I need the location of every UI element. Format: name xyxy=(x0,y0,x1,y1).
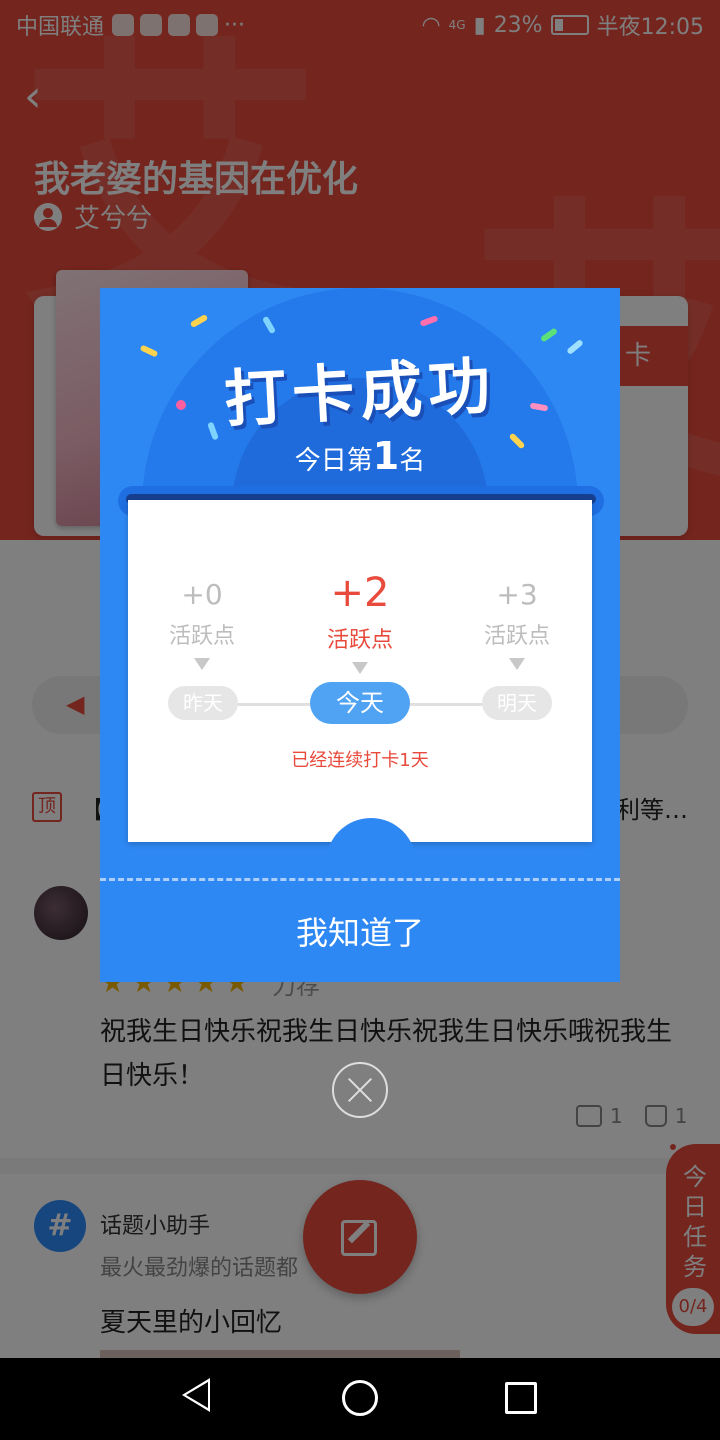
day-pill-yesterday: 昨天 xyxy=(168,686,238,720)
dashed-divider xyxy=(100,878,620,881)
system-nav-bar xyxy=(0,1358,720,1440)
nav-back-icon[interactable] xyxy=(182,1378,210,1412)
day-pill-tomorrow: 明天 xyxy=(482,686,552,720)
day-yesterday: +0 活跃点 xyxy=(142,578,262,670)
activity-points-value: +0 xyxy=(181,578,223,611)
rank-prefix: 今日第 xyxy=(294,446,373,476)
nav-recents-icon[interactable] xyxy=(505,1382,537,1414)
activity-points-label: 活跃点 xyxy=(483,624,550,649)
activity-points-label: 活跃点 xyxy=(168,624,235,649)
rank-suffix: 名 xyxy=(399,446,426,476)
day-pill-today: 今天 xyxy=(310,682,410,724)
streak-text: 已经连续打卡1天 xyxy=(291,750,429,771)
ticket-notch xyxy=(326,818,416,908)
activity-points-label: 活跃点 xyxy=(326,628,393,653)
arrow-down-icon xyxy=(509,658,525,670)
arrow-down-icon xyxy=(352,662,368,674)
day-today: +2 活跃点 xyxy=(300,570,420,674)
confetti xyxy=(189,313,209,329)
confirm-button[interactable]: 我知道了 xyxy=(100,898,620,968)
day-tomorrow: +3 活跃点 xyxy=(457,578,577,670)
checkin-rank: 今日第1名 xyxy=(100,434,620,478)
close-dialog-button[interactable] xyxy=(332,1062,388,1118)
activity-points-value: +2 xyxy=(330,570,390,616)
activity-points-value: +3 xyxy=(496,578,538,611)
arrow-down-icon xyxy=(194,658,210,670)
rank-number: 1 xyxy=(372,434,400,478)
nav-home-icon[interactable] xyxy=(342,1380,378,1416)
checkin-success-dialog: 打卡成功 今日第1名 +0 活跃点 +2 活跃点 +3 活跃点 昨天 今天 明天… xyxy=(100,288,620,982)
